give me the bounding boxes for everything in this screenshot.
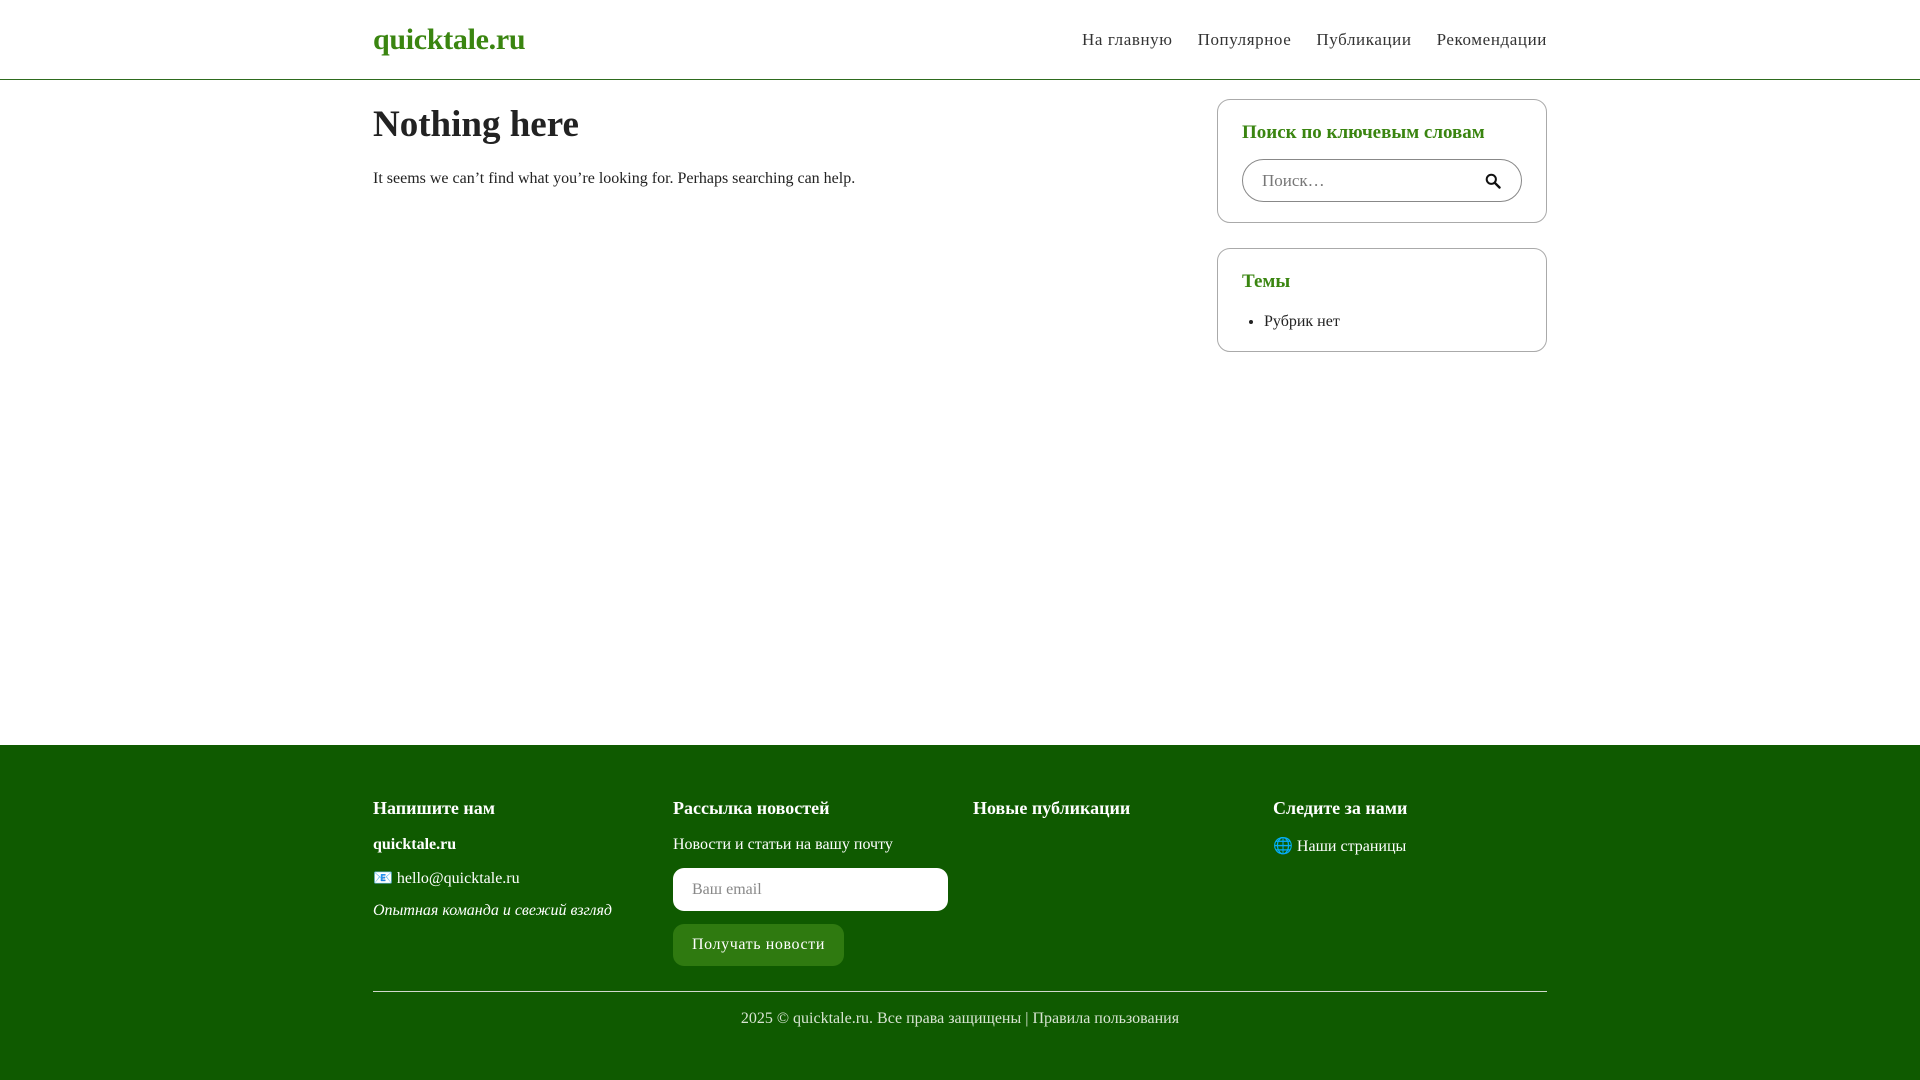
site-header: quicktale.ru На главную Популярное Публи…: [0, 0, 1920, 80]
footer-inner: Напишите нам quicktale.ru 📧 hello@quickt…: [373, 745, 1547, 1028]
footer-newsletter-text: Новости и статьи на вашу почту: [673, 836, 893, 853]
content: Nothing here It seems we can’t find what…: [373, 99, 1193, 377]
search-icon-graphic: [1485, 173, 1501, 189]
footer-bottom: 2025 © quicktale.ru. Все права защищены …: [373, 991, 1547, 1028]
main-nav: На главную Популярное Публикации Рекомен…: [1082, 30, 1547, 50]
newsletter-email-input[interactable]: [673, 868, 948, 911]
footer-follow-column: Следите за нами 🌐 Наши страницы: [1273, 798, 1547, 966]
topics-widget: Темы Рубрик нет: [1217, 248, 1547, 352]
page-message: It seems we can’t find what you’re looki…: [373, 170, 856, 188]
footer-email-link[interactable]: hello@quicktale.ru: [397, 870, 520, 887]
footer-follow-line: 🌐 Наши страницы: [1273, 836, 1547, 856]
page-title: Nothing here: [373, 104, 579, 145]
header-inner: quicktale.ru На главную Популярное Публи…: [373, 0, 1547, 79]
footer-email-line: 📧 hello@quicktale.ru: [373, 868, 673, 888]
topics-list-item: Рубрик нет: [1264, 313, 1522, 331]
search-input[interactable]: [1262, 170, 1483, 191]
main-inner: Nothing here It seems we can’t find what…: [373, 80, 1547, 377]
footer-new-posts-heading: Новые публикации: [973, 798, 1131, 818]
footer-tagline: Опытная команда и свежий взгляд: [373, 902, 612, 919]
footer-brand: quicktale.ru: [373, 836, 457, 853]
site-logo[interactable]: quicktale.ru: [373, 23, 526, 57]
footer-columns: Напишите нам quicktale.ru 📧 hello@quickt…: [373, 745, 1547, 966]
footer-pages-link[interactable]: Наши страницы: [1297, 838, 1406, 855]
footer-terms-link[interactable]: Правила пользования: [1032, 1010, 1179, 1027]
topics-list: Рубрик нет: [1242, 313, 1522, 331]
nav-item-home[interactable]: На главную: [1082, 30, 1173, 50]
nav-item-recommendations[interactable]: Рекомендации: [1437, 30, 1547, 50]
email-icon: 📧: [373, 870, 393, 887]
search-widget-title: Поиск по ключевым словам: [1242, 122, 1485, 143]
footer-contact-heading: Напишите нам: [373, 798, 496, 818]
footer-contact-column: Напишите нам quicktale.ru 📧 hello@quickt…: [373, 798, 673, 966]
footer-newsletter-heading: Рассылка новостей: [673, 798, 830, 818]
topics-widget-title: Темы: [1242, 271, 1291, 292]
site-footer: Напишите нам quicktale.ru 📧 hello@quickt…: [0, 745, 1920, 1080]
search-box: [1242, 159, 1522, 202]
search-widget: Поиск по ключевым словам: [1217, 99, 1547, 223]
footer-follow-heading: Следите за нами: [1273, 798, 1408, 818]
footer-new-posts-column: Новые публикации: [973, 798, 1273, 966]
sidebar: Поиск по ключевым словам Темы: [1217, 99, 1547, 377]
footer-newsletter-column: Рассылка новостей Новости и статьи на ва…: [673, 798, 973, 966]
footer-separator: |: [1025, 1010, 1029, 1027]
nav-item-publications[interactable]: Публикации: [1316, 30, 1411, 50]
main-area: Nothing here It seems we can’t find what…: [0, 80, 1920, 745]
footer-copyright: 2025 © quicktale.ru. Все права защищены: [740, 1010, 1022, 1027]
page: quicktale.ru На главную Популярное Публи…: [0, 0, 1920, 1080]
search-icon[interactable]: [1483, 171, 1503, 191]
subscribe-button[interactable]: Получать новости: [673, 924, 845, 966]
nav-item-popular[interactable]: Популярное: [1198, 30, 1292, 50]
globe-icon: 🌐: [1273, 838, 1293, 855]
